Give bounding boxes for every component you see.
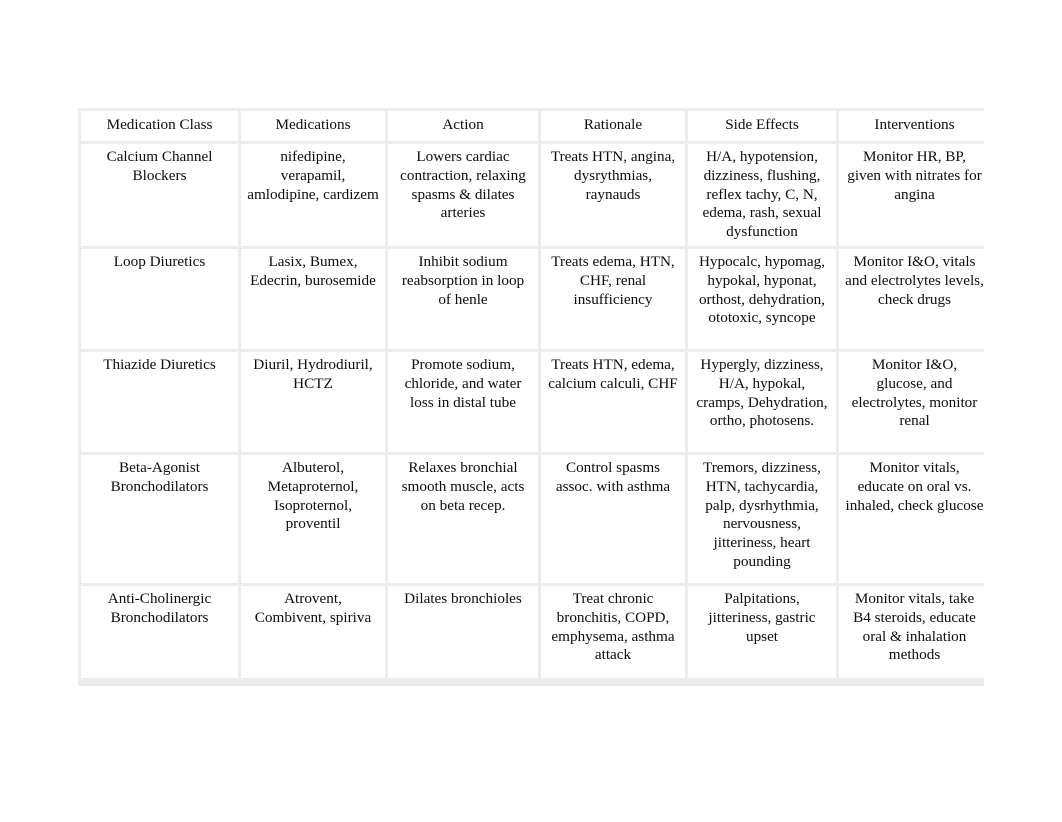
cell-text: Tremors, dizziness, HTN, tachycardia, pa…: [703, 458, 821, 570]
cell-text: Atrovent, Combivent, spiriva: [254, 589, 372, 626]
cell-side-effects: Palpitations, jitteriness, gastric upset: [688, 585, 836, 678]
cell-text: nifedipine, verapamil, amlodipine, cardi…: [247, 148, 379, 203]
cell-text: Promote sodium, chloride, and water loss…: [404, 355, 522, 411]
cell-action: Dilates bronchioles: [388, 585, 538, 678]
column-header-medication-class: Medication Class: [81, 111, 238, 141]
column-header-side-effects: Side Effects: [688, 111, 836, 141]
cell-text: Control spasms assoc. with asthma: [555, 458, 671, 495]
cell-text: Monitor I&O, glucose, and electrolytes, …: [851, 355, 978, 430]
cell-interventions: Monitor HR, BP, given with nitrates for …: [839, 144, 990, 246]
cell-medication-class: Thiazide Diuretics: [81, 351, 238, 452]
table-row: Loop Diuretics Lasix, Bumex, Edecrin, bu…: [81, 248, 990, 349]
cell-rationale: Treat chronic bronchitis, COPD, emphysem…: [541, 585, 685, 678]
cell-medications: Diuril, Hydrodiuril, HCTZ: [241, 351, 385, 452]
cell-text: Treats HTN, edema, calcium calculi, CHF: [548, 355, 678, 392]
cell-medication-class: Loop Diuretics: [81, 248, 238, 349]
cell-action: Relaxes bronchial smooth muscle, acts on…: [388, 454, 538, 583]
column-header-action: Action: [388, 111, 538, 141]
column-header-rationale: Rationale: [541, 111, 685, 141]
cell-side-effects: H/A, hypotension, dizziness, flushing, r…: [688, 144, 836, 246]
cell-interventions: Monitor I&O, vitals and electrolytes lev…: [839, 248, 990, 349]
cell-text: Thiazide Diuretics: [103, 355, 216, 373]
cell-medication-class: Anti-Cholinergic Bronchodilators: [81, 585, 238, 678]
cell-text: Monitor vitals, take B4 steroids, educat…: [853, 589, 976, 664]
cell-medications: Albuterol, Metaproternol, Isoproternol, …: [241, 454, 385, 583]
cell-rationale: Treats HTN, edema, calcium calculi, CHF: [541, 351, 685, 452]
cell-text: Hypocalc, hypomag, hypokal, hyponat, ort…: [698, 252, 826, 327]
cell-text: Beta-Agonist Bronchodilators: [110, 458, 209, 495]
column-header-interventions: Interventions: [839, 111, 990, 141]
cell-medications: Lasix, Bumex, Edecrin, burosemide: [241, 248, 385, 349]
cell-text: Relaxes bronchial smooth muscle, acts on…: [401, 458, 525, 514]
cell-medication-class: Calcium Channel Blockers: [81, 144, 238, 246]
cell-text: Monitor I&O, vitals and electrolytes lev…: [845, 252, 984, 308]
cell-text: Inhibit sodium reabsorption in loop of h…: [401, 252, 525, 308]
cell-action: Promote sodium, chloride, and water loss…: [388, 351, 538, 452]
table-row: Anti-Cholinergic Bronchodilators Atroven…: [81, 585, 990, 678]
cell-text: Albuterol, Metaproternol, Isoproternol, …: [267, 458, 359, 533]
table-row: Beta-Agonist Bronchodilators Albuterol, …: [81, 454, 990, 583]
medication-reference-table: Medication Class Medications Action Rati…: [78, 108, 993, 681]
cell-text: Treats HTN, angina, dysrythmias, raynaud…: [550, 148, 676, 203]
cell-rationale: Treats edema, HTN, CHF, renal insufficie…: [541, 248, 685, 349]
cell-text: Anti-Cholinergic Bronchodilators: [107, 589, 212, 626]
cell-text: Palpitations, jitteriness, gastric upset: [708, 589, 816, 645]
cell-text: Hypergly, dizziness, H/A, hypokal, cramp…: [696, 355, 828, 430]
cell-side-effects: Hypergly, dizziness, H/A, hypokal, cramp…: [688, 351, 836, 452]
cell-text: Calcium Channel Blockers: [106, 148, 213, 184]
cell-medication-class: Beta-Agonist Bronchodilators: [81, 454, 238, 583]
cell-side-effects: Hypocalc, hypomag, hypokal, hyponat, ort…: [688, 248, 836, 349]
medication-table-container: Medication Class Medications Action Rati…: [78, 108, 990, 686]
cell-text: Lasix, Bumex, Edecrin, burosemide: [250, 252, 376, 289]
cell-interventions: Monitor vitals, educate on oral vs. inha…: [839, 454, 990, 583]
cell-text: Treats edema, HTN, CHF, renal insufficie…: [551, 252, 675, 308]
table-row: Calcium Channel Blockers nifedipine, ver…: [81, 144, 990, 246]
cell-text: H/A, hypotension, dizziness, flushing, r…: [702, 148, 822, 241]
cell-text: Dilates bronchioles: [404, 589, 522, 607]
cell-interventions: Monitor vitals, take B4 steroids, educat…: [839, 585, 990, 678]
cell-action: Lowers cardiac contraction, relaxing spa…: [388, 144, 538, 246]
table-header-row: Medication Class Medications Action Rati…: [81, 111, 990, 141]
column-header-medications: Medications: [241, 111, 385, 141]
cell-interventions: Monitor I&O, glucose, and electrolytes, …: [839, 351, 990, 452]
cell-action: Inhibit sodium reabsorption in loop of h…: [388, 248, 538, 349]
cell-side-effects: Tremors, dizziness, HTN, tachycardia, pa…: [688, 454, 836, 583]
cell-text: Treat chronic bronchitis, COPD, emphysem…: [551, 589, 675, 664]
cell-medications: Atrovent, Combivent, spiriva: [241, 585, 385, 678]
cell-text: Loop Diuretics: [113, 252, 206, 270]
table-row: Thiazide Diuretics Diuril, Hydrodiuril, …: [81, 351, 990, 452]
cell-text: Diuril, Hydrodiuril, HCTZ: [253, 355, 373, 392]
cell-text: Lowers cardiac contraction, relaxing spa…: [400, 148, 526, 222]
cell-text: Monitor vitals, educate on oral vs. inha…: [845, 458, 984, 514]
cell-rationale: Control spasms assoc. with asthma: [541, 454, 685, 583]
cell-rationale: Treats HTN, angina, dysrythmias, raynaud…: [541, 144, 685, 246]
cell-medications: nifedipine, verapamil, amlodipine, cardi…: [241, 144, 385, 246]
cell-text: Monitor HR, BP, given with nitrates for …: [847, 148, 982, 203]
